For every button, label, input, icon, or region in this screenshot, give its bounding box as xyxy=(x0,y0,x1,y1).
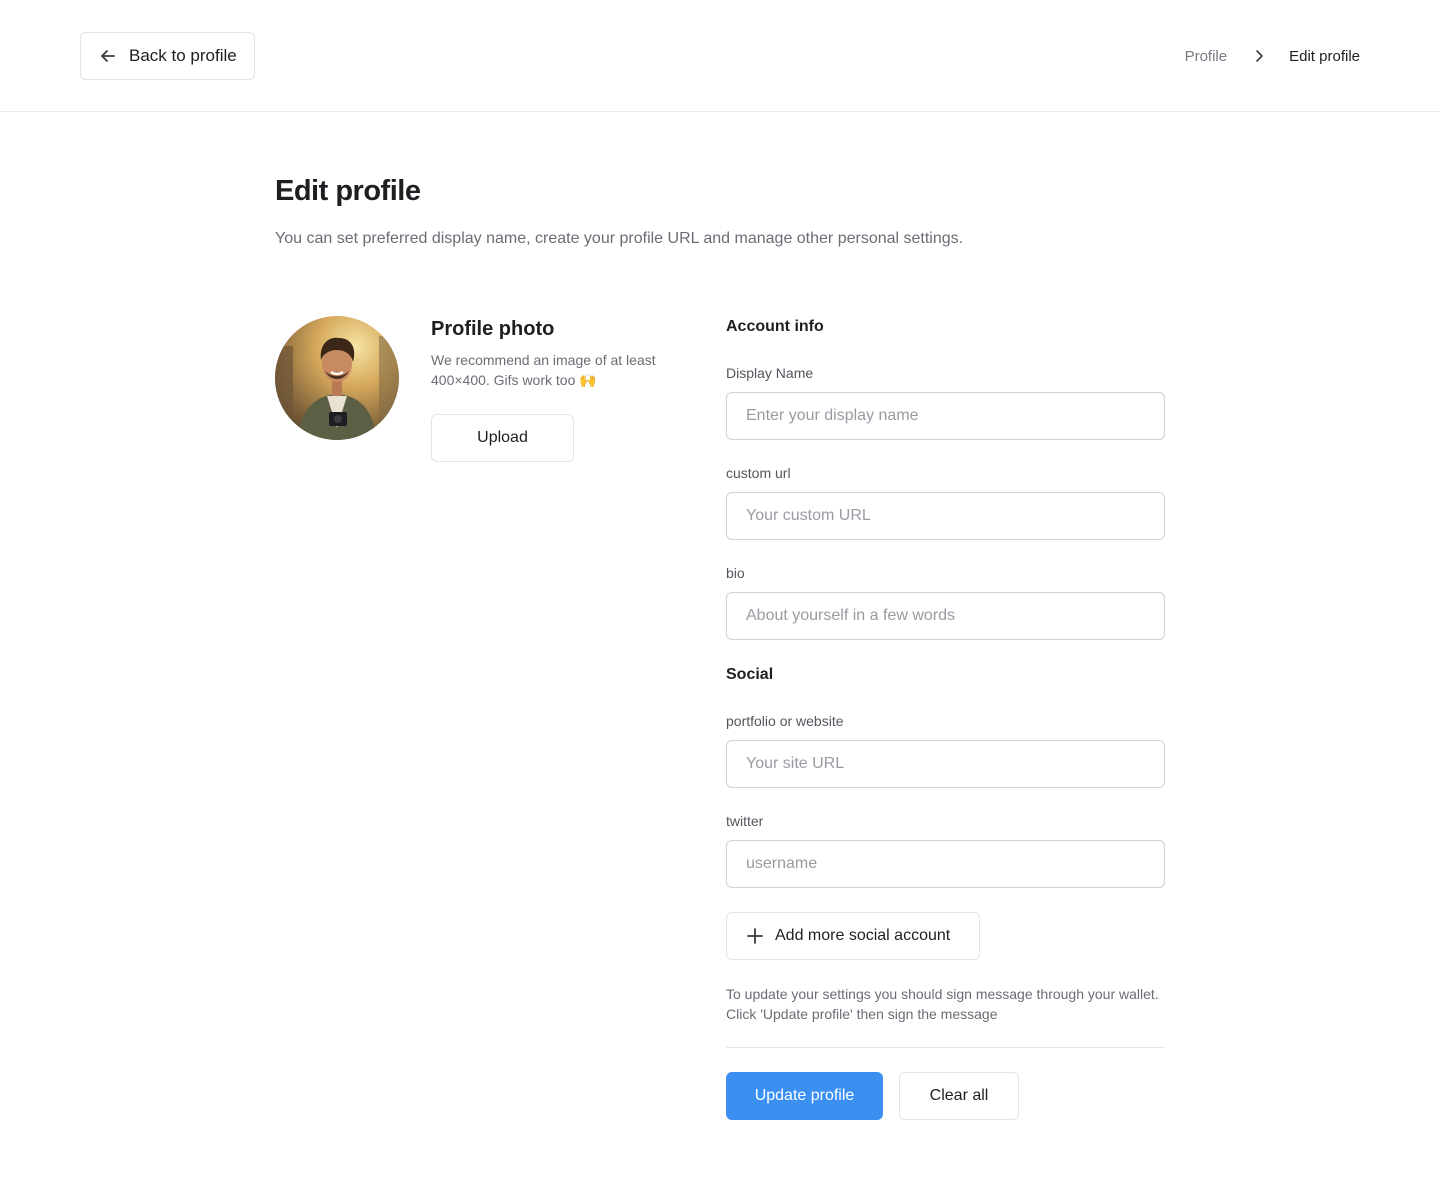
plus-icon xyxy=(746,927,764,945)
custom-url-input[interactable] xyxy=(726,492,1165,540)
update-profile-button[interactable]: Update profile xyxy=(726,1072,883,1120)
divider xyxy=(726,1047,1165,1048)
top-bar: Back to profile Profile Edit profile xyxy=(0,0,1440,112)
bio-label: bio xyxy=(726,565,745,581)
add-social-account-label: Add more social account xyxy=(775,927,951,944)
display-name-label: Display Name xyxy=(726,365,814,381)
bio-input[interactable] xyxy=(726,592,1165,640)
clear-all-button[interactable]: Clear all xyxy=(899,1072,1019,1120)
twitter-label: twitter xyxy=(726,813,764,829)
page-title: Edit profile xyxy=(275,175,421,207)
twitter-input[interactable] xyxy=(726,840,1165,888)
display-name-input[interactable] xyxy=(726,392,1165,440)
website-input[interactable] xyxy=(726,740,1165,788)
add-social-account-button[interactable]: Add more social account xyxy=(726,912,980,960)
back-to-profile-label: Back to profile xyxy=(129,46,237,65)
breadcrumb-profile-link[interactable]: Profile xyxy=(1185,48,1228,65)
chevron-right-icon xyxy=(1251,48,1267,64)
back-to-profile-button[interactable]: Back to profile xyxy=(80,32,255,80)
social-title: Social xyxy=(726,666,774,683)
arrow-left-icon xyxy=(98,46,118,66)
profile-photo-title: Profile photo xyxy=(431,318,555,340)
breadcrumb: Profile Edit profile xyxy=(1185,45,1360,67)
account-info-title: Account info xyxy=(726,318,824,335)
breadcrumb-current: Edit profile xyxy=(1289,47,1360,65)
sign-message-note: To update your settings you should sign … xyxy=(726,986,1159,1022)
website-label: portfolio or website xyxy=(726,713,844,729)
avatar xyxy=(275,316,399,440)
upload-button[interactable]: Upload xyxy=(431,414,574,462)
profile-photo-hint: We recommend an image of at least 400×40… xyxy=(431,352,656,388)
page-subtitle: You can set preferred display name, crea… xyxy=(275,230,964,247)
custom-url-label: custom url xyxy=(726,465,791,481)
